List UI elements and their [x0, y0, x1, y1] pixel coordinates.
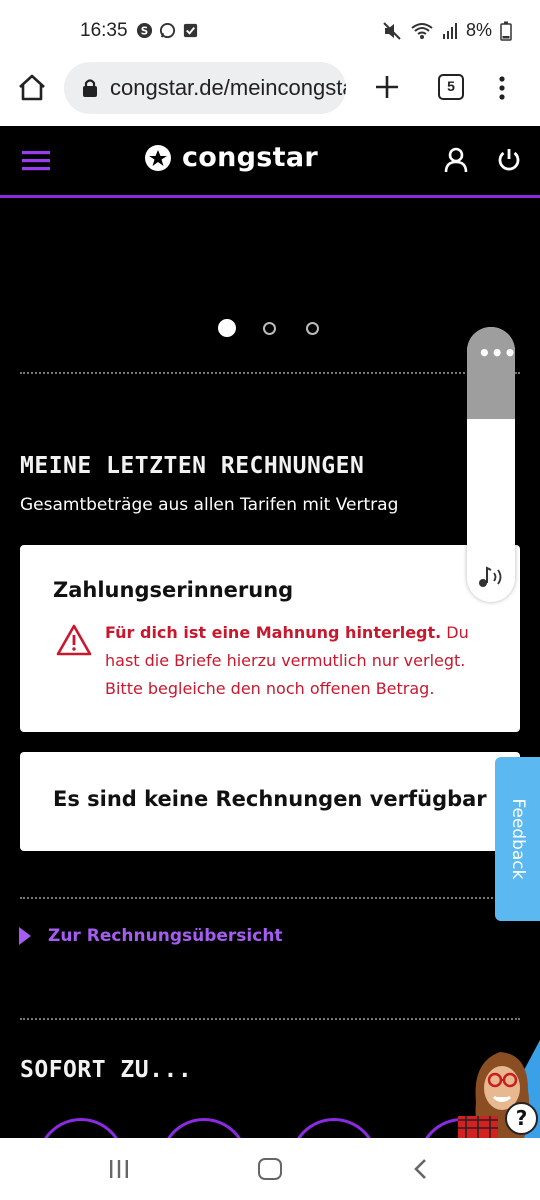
warning-triangle-icon: [56, 624, 92, 656]
brand-name: congstar: [182, 142, 319, 173]
floating-scroll-panel[interactable]: •••: [467, 327, 515, 602]
more-menu-icon[interactable]: [492, 74, 512, 102]
tab-switcher-button[interactable]: 5: [438, 74, 464, 100]
reminder-warning-text: Für dich ist eine Mahnung hinterlegt. Du…: [105, 619, 505, 703]
feedback-label[interactable]: Feedback: [508, 799, 528, 880]
invoices-section-title: MEINE LETZTEN RECHNUNGEN: [20, 453, 365, 479]
skype-icon: S: [136, 22, 153, 39]
status-time: 16:35: [80, 20, 128, 41]
mute-icon: [383, 21, 401, 40]
url-text: congstar.de/meincongstar: [110, 75, 346, 100]
carousel-dot-2[interactable]: [263, 321, 276, 335]
status-bar: 16:35 S 8%: [0, 0, 540, 60]
logout-power-icon[interactable]: [496, 146, 522, 174]
invoices-section-subtitle: Gesamtbeträge aus allen Tarifen mit Vert…: [20, 495, 399, 515]
feedback-tab[interactable]: Feedback: [495, 757, 540, 921]
home-nav-icon[interactable]: [258, 1158, 282, 1180]
invoice-overview-link-label[interactable]: Zur Rechnungsübersicht: [48, 926, 283, 946]
home-icon[interactable]: [16, 72, 48, 104]
sofort-section-title: SOFORT ZU...: [20, 1057, 193, 1083]
no-invoices-card: Es sind keine Rechnungen verfügbar: [20, 752, 520, 851]
congstar-logo[interactable]: congstar: [144, 142, 318, 173]
invoice-overview-link[interactable]: Zur Rechnungsübersicht: [18, 926, 283, 946]
carousel-dot-3[interactable]: [306, 321, 319, 335]
back-nav-icon[interactable]: [412, 1158, 428, 1180]
battery-icon: [500, 21, 512, 41]
hamburger-menu-icon[interactable]: [22, 148, 50, 174]
payment-reminder-card: Zahlungserinnerung Für dich ist eine Mah…: [20, 545, 520, 732]
congstar-logo-icon: [145, 144, 171, 171]
scroll-panel-handle[interactable]: •••: [467, 327, 515, 419]
address-bar[interactable]: congstar.de/meincongstar: [64, 62, 346, 114]
carousel-indicator: [218, 319, 322, 337]
help-badge[interactable]: ?: [505, 1102, 538, 1135]
browser-toolbar: congstar.de/meincongstar 5: [0, 60, 540, 126]
signal-icon: [442, 22, 457, 39]
triangle-arrow-icon: [19, 927, 31, 945]
checkbox-icon: [183, 23, 198, 38]
site-header: congstar: [0, 126, 540, 198]
reminder-title: Zahlungserinnerung: [53, 578, 294, 602]
sound-volume-icon[interactable]: [477, 565, 505, 589]
battery-percent: 8%: [465, 20, 492, 40]
more-dots-icon[interactable]: •••: [478, 341, 515, 365]
system-navigation-bar: [0, 1138, 540, 1200]
lock-icon: [83, 79, 97, 97]
reminder-warning-bold: Für dich ist eine Mahnung hinterlegt.: [105, 623, 442, 642]
no-invoices-message: Es sind keine Rechnungen verfügbar: [53, 787, 487, 811]
whatsapp-icon: [159, 22, 176, 39]
section-divider: [20, 1018, 520, 1020]
section-divider: [20, 897, 520, 899]
carousel-dot-1[interactable]: [218, 319, 236, 337]
new-tab-icon[interactable]: [372, 72, 402, 102]
wifi-icon: [411, 22, 433, 39]
svg-text:S: S: [141, 25, 148, 37]
user-account-icon[interactable]: [443, 146, 469, 174]
section-divider: [20, 372, 520, 374]
recent-apps-icon[interactable]: [108, 1159, 130, 1179]
